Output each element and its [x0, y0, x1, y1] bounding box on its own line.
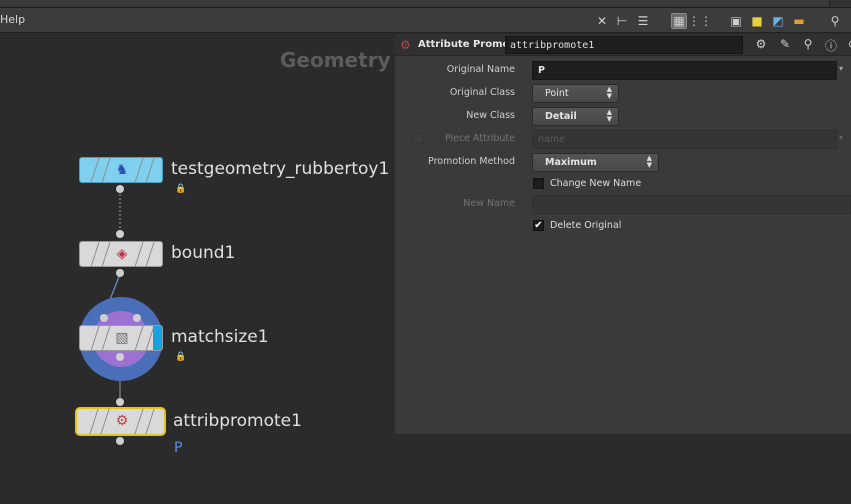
- parameter-editor: ⚙ Attribute Promote ⚙ ✎ ⚲ ⓘ ⊙ Original N…: [395, 34, 851, 434]
- checkbox-label: Delete Original: [550, 220, 622, 231]
- param-piece-attribute: Piece Attribute name ▾: [395, 130, 851, 150]
- updown-icon: ▲ ▼: [606, 108, 612, 123]
- change-new-name-checkbox[interactable]: [533, 178, 544, 189]
- new-class-menu[interactable]: Detail ▲ ▼: [532, 107, 619, 126]
- pane-tab-strip: [0, 0, 851, 8]
- parameter-header: ⚙ Attribute Promote ⚙ ✎ ⚲ ⓘ ⊙: [395, 34, 851, 56]
- network-editor[interactable]: Geometry ♞ testgeometry_rubbertoy1 🔒 ◈ b…: [0, 34, 395, 504]
- input-port[interactable]: [116, 230, 124, 238]
- rubbertoy-icon: ♞: [115, 162, 129, 178]
- param-new-name: New Name: [395, 195, 851, 215]
- param-change-new-name: Change New Name: [395, 175, 851, 195]
- display-options-icon[interactable]: ▣: [728, 13, 744, 29]
- param-label: New Name: [463, 198, 515, 209]
- sticky-note-icon[interactable]: ■: [749, 13, 765, 29]
- param-label: Original Name: [446, 64, 515, 75]
- brush-icon[interactable]: ✎: [777, 37, 793, 53]
- node-label[interactable]: matchsize1: [171, 327, 269, 347]
- chevron-down-icon[interactable]: ▾: [839, 64, 843, 73]
- node-bound[interactable]: ◈: [79, 241, 163, 267]
- matchsize-icon: ▧: [115, 330, 129, 346]
- grid-view-icon[interactable]: ▦: [671, 13, 687, 29]
- input-port[interactable]: [100, 314, 108, 322]
- help-icon[interactable]: ⊙: [845, 37, 851, 53]
- node-comment: P: [174, 440, 183, 456]
- node-testgeometry-rubbertoy[interactable]: ♞: [79, 157, 163, 183]
- search-icon[interactable]: ⚲: [827, 13, 843, 29]
- output-port[interactable]: [116, 185, 124, 193]
- grid-alt-icon[interactable]: ⋮⋮: [688, 13, 712, 29]
- piece-attribute-toggle[interactable]: [412, 133, 423, 144]
- piece-attribute-field[interactable]: name: [532, 130, 837, 149]
- search-icon[interactable]: ⚲: [800, 37, 816, 53]
- attribpromote-type-icon: ⚙: [400, 38, 411, 52]
- output-port[interactable]: [116, 437, 124, 445]
- output-port[interactable]: [116, 353, 124, 361]
- tools-icon[interactable]: ✕: [594, 13, 610, 29]
- attribpromote-icon: ⚙: [115, 413, 129, 429]
- param-label: New Class: [466, 110, 515, 121]
- node-label[interactable]: testgeometry_rubbertoy1: [171, 159, 389, 179]
- param-label: Original Class: [449, 87, 515, 98]
- list-icon[interactable]: ☰: [635, 13, 651, 29]
- param-new-class: New Class Detail ▲ ▼: [395, 107, 851, 127]
- menu-value: Detail: [545, 111, 577, 122]
- node-label[interactable]: bound1: [171, 243, 235, 263]
- gear-icon[interactable]: ⚙: [753, 37, 769, 53]
- updown-icon: ▲ ▼: [646, 154, 652, 169]
- image-icon[interactable]: ◩: [770, 13, 786, 29]
- output-port[interactable]: [116, 269, 124, 277]
- tree-icon[interactable]: ⊢: [614, 13, 630, 29]
- chevron-down-icon[interactable]: ▾: [839, 133, 843, 142]
- menu-value: Maximum: [545, 157, 597, 168]
- param-original-name: Original Name P ▾: [395, 61, 851, 81]
- menu-bar: Help ✕ ⊢ ☰ ▦ ⋮⋮ ▣ ■ ◩ ▬ ⚲: [0, 8, 851, 33]
- param-original-class: Original Class Point ▲ ▼: [395, 84, 851, 104]
- pane-tab[interactable]: [0, 0, 830, 6]
- param-delete-original: ✔ Delete Original: [395, 217, 851, 237]
- param-label: Promotion Method: [428, 156, 515, 167]
- node-attribpromote[interactable]: ⚙: [75, 407, 166, 436]
- info-icon[interactable]: ⓘ: [823, 37, 839, 53]
- node-matchsize[interactable]: ▧: [79, 325, 163, 351]
- node-name-input[interactable]: [505, 36, 743, 54]
- promotion-method-menu[interactable]: Maximum ▲ ▼: [532, 153, 659, 172]
- param-promotion-method: Promotion Method Maximum ▲ ▼: [395, 153, 851, 173]
- lock-icon: 🔒: [175, 184, 187, 194]
- param-label: Piece Attribute: [444, 133, 515, 144]
- help-menu[interactable]: Help: [0, 13, 25, 26]
- original-name-field[interactable]: P: [532, 61, 837, 80]
- checkbox-label: Change New Name: [550, 178, 642, 189]
- bound-icon: ◈: [116, 246, 128, 262]
- lock-icon: 🔒: [175, 352, 187, 362]
- node-label[interactable]: attribpromote1: [173, 411, 302, 431]
- input-port[interactable]: [116, 398, 124, 406]
- empty-pane-area: [395, 434, 851, 504]
- updown-icon: ▲ ▼: [606, 85, 612, 100]
- node-connections: [103, 190, 121, 402]
- original-class-menu[interactable]: Point ▲ ▼: [532, 84, 619, 103]
- network-box-icon[interactable]: ▬: [791, 13, 807, 29]
- delete-original-checkbox[interactable]: ✔: [533, 220, 544, 231]
- input-port[interactable]: [133, 314, 141, 322]
- new-name-field[interactable]: [532, 195, 851, 214]
- display-flag[interactable]: [153, 326, 162, 350]
- menu-value: Point: [545, 88, 569, 99]
